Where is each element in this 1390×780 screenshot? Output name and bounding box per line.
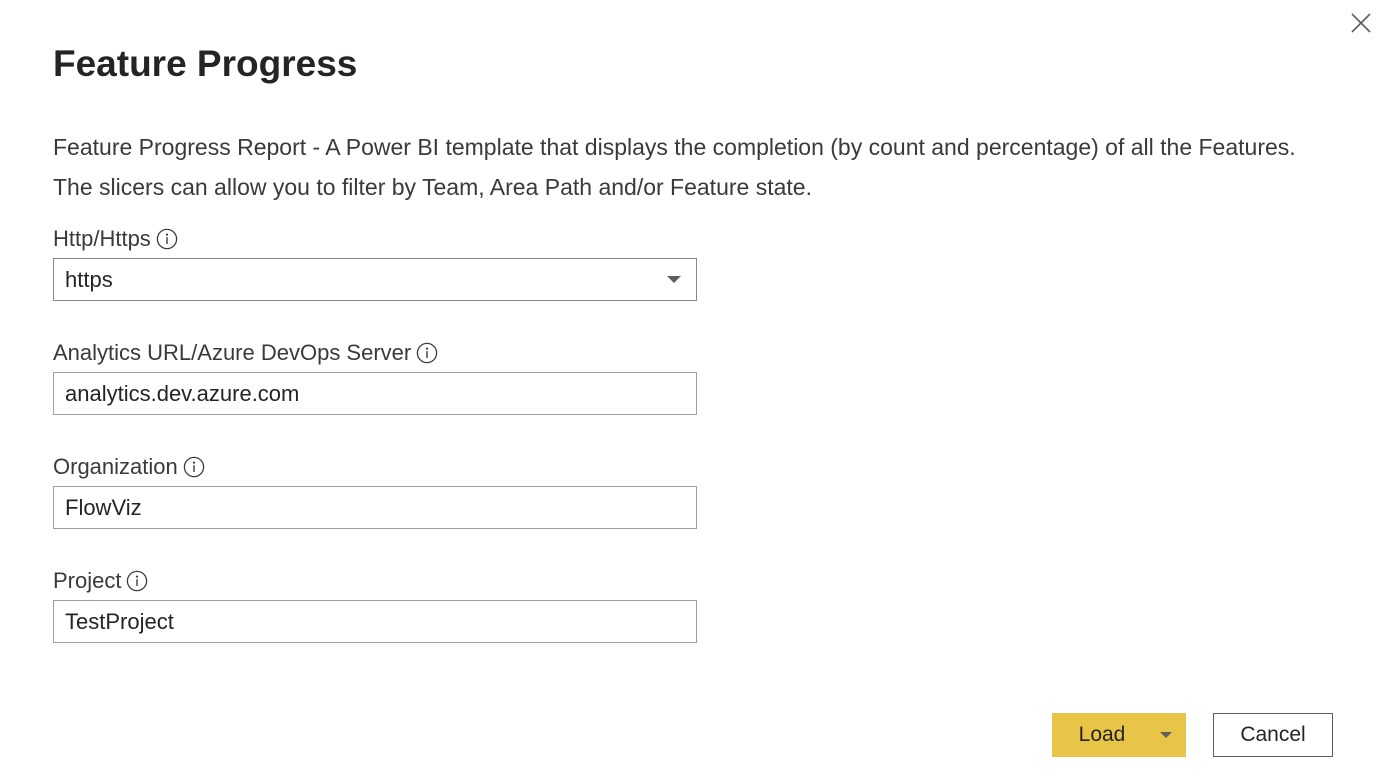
project-field: Project TestProject bbox=[53, 566, 697, 643]
project-label-row: Project bbox=[53, 566, 697, 596]
close-icon bbox=[1351, 13, 1371, 33]
protocol-label-row: Http/Https bbox=[53, 224, 697, 254]
analytics-url-label: Analytics URL/Azure DevOps Server bbox=[53, 340, 412, 365]
organization-field: Organization FlowViz bbox=[53, 452, 697, 529]
protocol-selected-value: https bbox=[65, 266, 113, 292]
project-label: Project bbox=[53, 568, 122, 593]
organization-value: FlowViz bbox=[65, 494, 142, 520]
organization-label: Organization bbox=[53, 454, 178, 479]
load-options-button[interactable] bbox=[1152, 713, 1186, 757]
info-icon[interactable] bbox=[416, 342, 438, 364]
analytics-url-label-row: Analytics URL/Azure DevOps Server bbox=[53, 338, 697, 368]
close-button[interactable] bbox=[1346, 8, 1376, 38]
load-split-button: Load bbox=[1052, 713, 1186, 757]
analytics-url-input[interactable]: analytics.dev.azure.com bbox=[53, 372, 697, 415]
protocol-select[interactable]: https bbox=[53, 258, 697, 301]
dialog: Feature Progress Feature Progress Report… bbox=[0, 0, 1390, 780]
analytics-url-value: analytics.dev.azure.com bbox=[65, 380, 300, 406]
protocol-field: Http/Https https bbox=[53, 224, 697, 301]
project-value: TestProject bbox=[65, 608, 174, 634]
cancel-button[interactable]: Cancel bbox=[1213, 713, 1333, 757]
chevron-down-icon bbox=[667, 276, 681, 283]
load-button[interactable]: Load bbox=[1052, 713, 1152, 757]
info-icon[interactable] bbox=[126, 570, 148, 592]
info-icon[interactable] bbox=[156, 228, 178, 250]
dialog-title: Feature Progress bbox=[53, 43, 358, 84]
organization-input[interactable]: FlowViz bbox=[53, 486, 697, 529]
project-input[interactable]: TestProject bbox=[53, 600, 697, 643]
analytics-url-field: Analytics URL/Azure DevOps Server analyt… bbox=[53, 338, 697, 415]
protocol-label: Http/Https bbox=[53, 226, 151, 251]
info-icon[interactable] bbox=[183, 456, 205, 478]
chevron-down-icon bbox=[1160, 732, 1172, 738]
dialog-description: Feature Progress Report - A Power BI tem… bbox=[53, 134, 1296, 200]
organization-label-row: Organization bbox=[53, 452, 697, 482]
